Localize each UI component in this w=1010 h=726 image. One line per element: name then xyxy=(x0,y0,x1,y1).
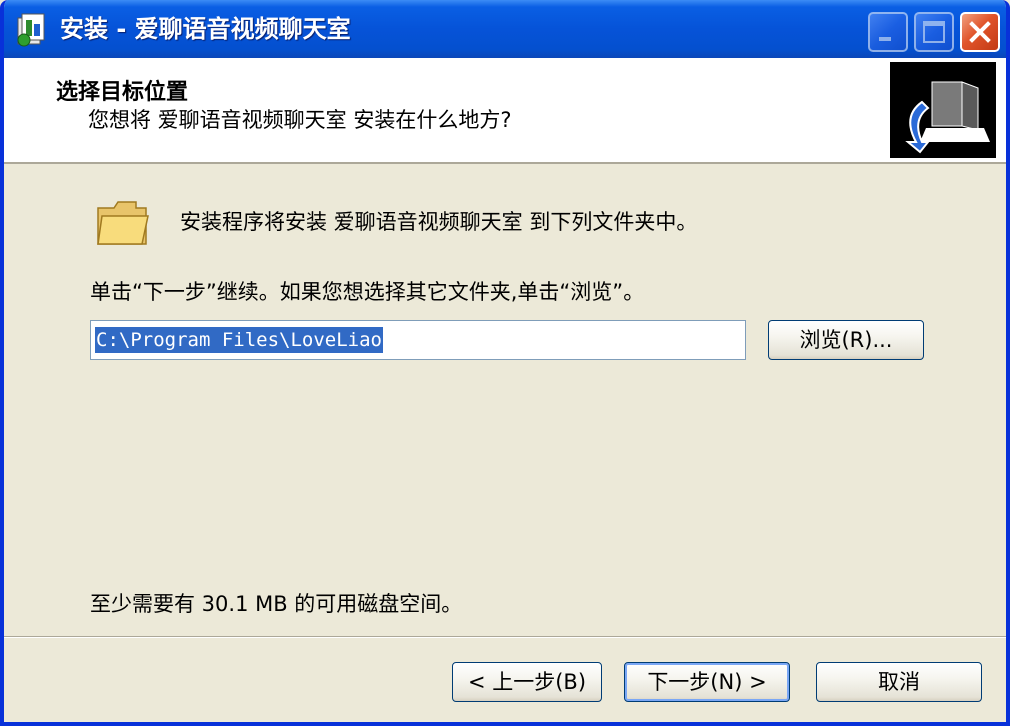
maximize-button[interactable] xyxy=(914,12,954,52)
folder-icon xyxy=(97,201,149,245)
page-title: 选择目标位置 xyxy=(56,80,189,105)
close-button[interactable] xyxy=(960,12,1000,52)
footer-divider xyxy=(4,636,1006,638)
maximize-icon xyxy=(923,21,945,43)
next-button[interactable]: 下一步(N) > xyxy=(624,662,790,702)
title-bar[interactable]: 安装 - 爱聊语音视频聊天室 xyxy=(4,0,1006,58)
setup-app-icon[interactable] xyxy=(14,12,50,48)
minimize-icon xyxy=(879,37,891,41)
close-icon xyxy=(969,21,991,43)
destination-path-input[interactable]: C:\Program Files\LoveLiao xyxy=(90,320,746,360)
browse-button[interactable]: 浏览(R)... xyxy=(768,320,924,360)
intro-text: 安装程序将安装 爱聊语音视频聊天室 到下列文件夹中。 xyxy=(180,210,698,234)
cancel-button[interactable]: 取消 xyxy=(816,662,982,702)
instruction-text: 单击“下一步”继续。如果您想选择其它文件夹,单击“浏览”。 xyxy=(90,280,645,304)
wizard-header: 选择目标位置 您想将 爱聊语音视频聊天室 安装在什么地方? xyxy=(4,58,1006,164)
minimize-button[interactable] xyxy=(868,12,908,52)
computer-install-icon xyxy=(890,62,996,158)
window-title: 安装 - 爱聊语音视频聊天室 xyxy=(60,15,351,43)
back-button[interactable]: < 上一步(B) xyxy=(452,662,602,702)
destination-path-value: C:\Program Files\LoveLiao xyxy=(95,327,383,353)
disk-space-text: 至少需要有 30.1 MB 的可用磁盘空间。 xyxy=(90,592,463,616)
page-subtitle: 您想将 爱聊语音视频聊天室 安装在什么地方? xyxy=(88,108,512,132)
installer-window: 安装 - 爱聊语音视频聊天室 选择目标位置 您想将 爱聊语音视频聊天室 安装在什… xyxy=(0,0,1010,726)
